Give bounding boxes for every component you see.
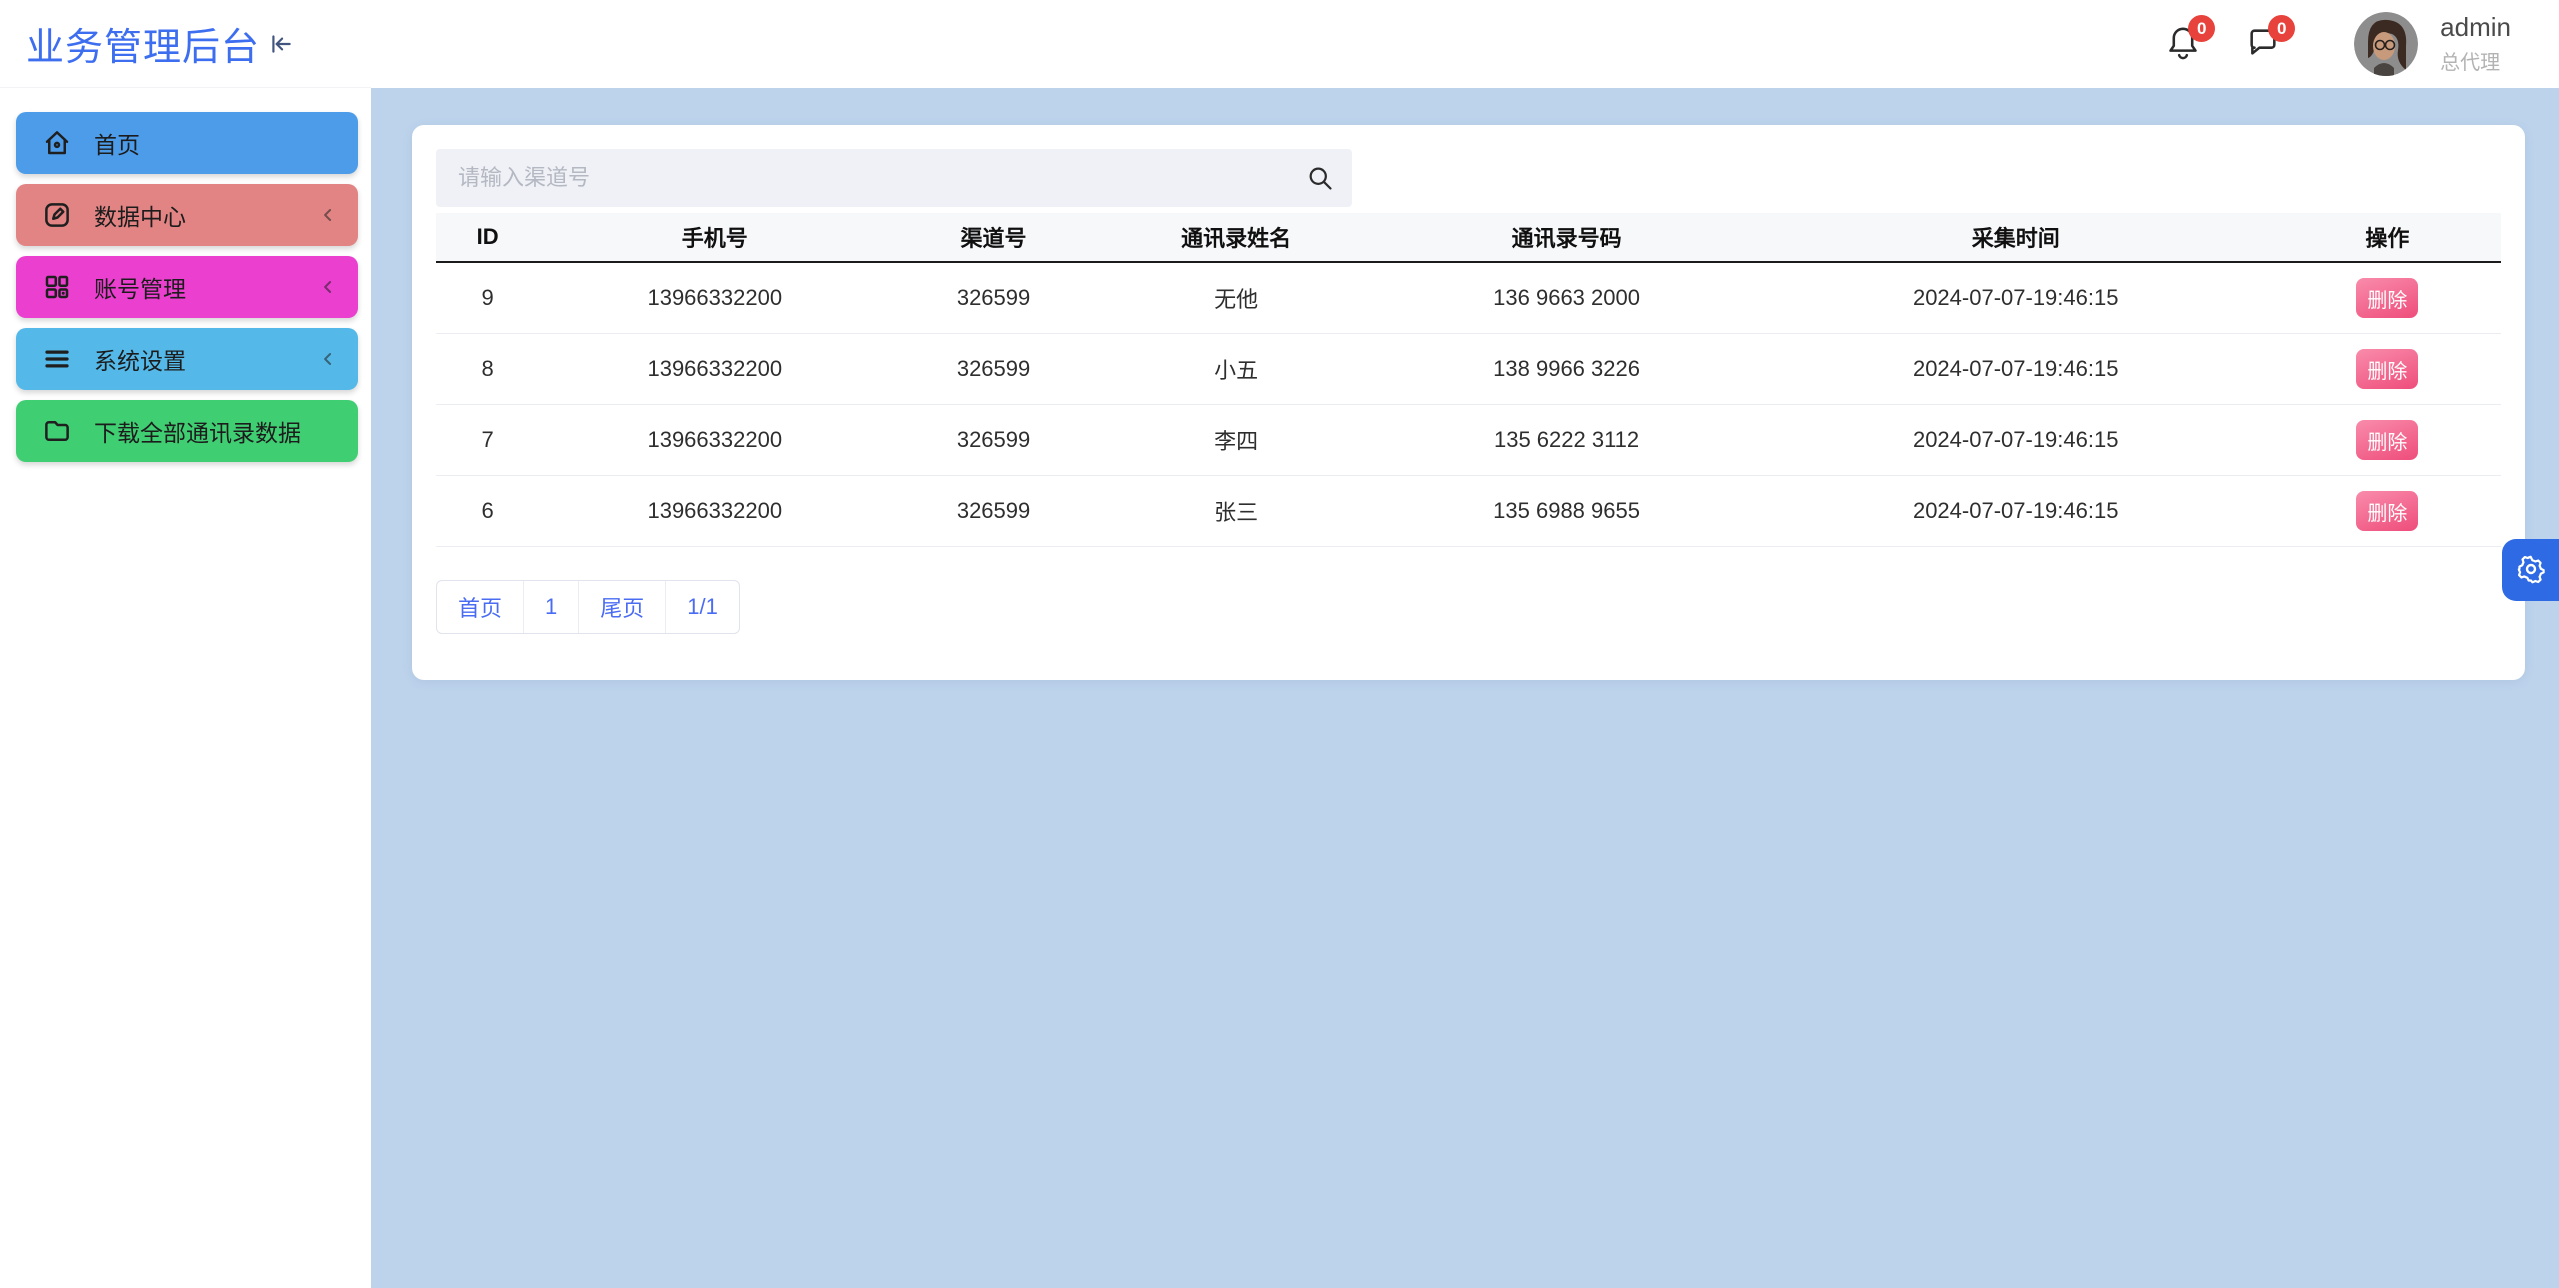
sidebar-item-settings[interactable]: 系统设置	[16, 328, 358, 390]
settings-fab-button[interactable]	[2502, 539, 2559, 601]
cell-collect_time: 2024-07-07-19:46:15	[1912, 427, 2119, 452]
table-row: 8 13966332200 326599 小五 138 9966 3226 2024-07…	[436, 334, 2501, 405]
contacts-table: ID 手机号 渠道号 通讯录姓名 通讯录号码 采集时间 操作 9 13966332200 326…	[436, 213, 2501, 547]
table-row: 9 13966332200 326599 无他 136 9663 2000 2024-07…	[436, 263, 2501, 334]
delete-button[interactable]: 删除	[2356, 491, 2419, 531]
sidebar-item-accounts[interactable]: 账号管理	[16, 256, 358, 318]
search-input[interactable]	[436, 149, 1352, 207]
avatar[interactable]	[2354, 12, 2419, 76]
home-icon	[42, 128, 72, 158]
column-header: ID	[476, 224, 499, 249]
table-row: 7 13966332200 326599 李四 135 6222 3112 2024-07…	[436, 405, 2501, 476]
sidebar-item-download[interactable]: 下载全部通讯录数据	[16, 400, 358, 462]
cell-channel: 326599	[956, 427, 1031, 452]
cell-channel: 326599	[956, 356, 1031, 381]
gear-icon	[2515, 553, 2547, 588]
search-box	[436, 149, 1352, 207]
sidebar: 业务管理后台 首页数据中心账号管理系统设置下载全部通讯录数据	[0, 0, 371, 1288]
cell-actions: 删除	[2274, 491, 2501, 531]
column-header: 渠道号	[960, 226, 1027, 251]
grid-icon	[42, 272, 72, 302]
chevron-left-icon	[318, 205, 338, 225]
cell-channel: 326599	[956, 285, 1031, 310]
table-body: 9 13966332200 326599 无他 136 9663 2000 2024-07…	[436, 263, 2501, 547]
cell-collect_time: 2024-07-07-19:46:15	[1912, 356, 2119, 381]
messages-button[interactable]: 0	[2246, 15, 2296, 64]
cell-id: 8	[481, 356, 494, 381]
pagination-indicator: 1/1	[687, 594, 718, 619]
sidebar-item-label: 账号管理	[94, 276, 186, 302]
cell-id: 6	[481, 498, 494, 523]
pagination: 首页 1 尾页 1/1	[436, 580, 740, 634]
table-header-row: ID 手机号 渠道号 通讯录姓名 通讯录号码 采集时间 操作	[436, 213, 2501, 263]
folder-icon	[42, 416, 72, 446]
collapse-sidebar-icon[interactable]	[268, 31, 294, 57]
sidebar-item-home[interactable]: 首页	[16, 112, 358, 174]
cell-collect_time: 2024-07-07-19:46:15	[1912, 285, 2119, 310]
cell-contact_number: 136 9663 2000	[1493, 285, 1640, 310]
cell-phone: 13966332200	[647, 285, 783, 310]
menu-icon	[42, 344, 72, 374]
delete-button[interactable]: 删除	[2356, 349, 2419, 389]
pagination-last[interactable]: 尾页	[579, 581, 667, 633]
cell-contact_name: 李四	[1214, 429, 1259, 454]
cell-contact_number: 138 9966 3226	[1493, 356, 1640, 381]
cell-contact_name: 小五	[1214, 358, 1259, 383]
app-title: 业务管理后台	[26, 27, 261, 69]
user-role: 总代理	[2440, 52, 2501, 75]
pagination-page-current[interactable]: 1	[524, 581, 580, 633]
cell-contact_name: 张三	[1214, 500, 1259, 525]
notifications-count-badge: 0	[2188, 15, 2216, 42]
search-icon[interactable]	[1306, 164, 1334, 197]
sidebar-item-data-center[interactable]: 数据中心	[16, 184, 358, 246]
sidebar-item-label: 首页	[94, 132, 140, 158]
cell-actions: 删除	[2274, 420, 2501, 460]
chevron-left-icon	[318, 349, 338, 369]
cell-actions: 删除	[2274, 278, 2501, 318]
cell-phone: 13966332200	[647, 427, 783, 452]
cell-contact_name: 无他	[1214, 287, 1259, 312]
cell-id: 7	[481, 427, 494, 452]
sidebar-menu: 首页数据中心账号管理系统设置下载全部通讯录数据	[0, 88, 371, 462]
username: admin	[2440, 11, 2511, 42]
pagination-first[interactable]: 首页	[437, 581, 525, 633]
user-meta: admin 总代理	[2440, 11, 2511, 76]
app-logo: 业务管理后台	[0, 0, 371, 88]
message-icon	[2246, 29, 2280, 64]
cell-id: 9	[481, 285, 494, 310]
notifications-button[interactable]: 0	[2166, 15, 2216, 66]
cell-phone: 13966332200	[647, 356, 783, 381]
delete-button[interactable]: 删除	[2356, 278, 2419, 318]
main-content: ID 手机号 渠道号 通讯录姓名 通讯录号码 采集时间 操作 9 13966332200 326…	[371, 88, 2559, 1288]
messages-count-badge: 0	[2268, 15, 2296, 42]
cell-contact_number: 135 6222 3112	[1493, 427, 1640, 452]
column-header: 通讯录姓名	[1181, 226, 1292, 251]
table-row: 6 13966332200 326599 张三 135 6988 9655 2024-07…	[436, 476, 2501, 547]
cell-channel: 326599	[956, 498, 1031, 523]
column-header: 操作	[2365, 226, 2410, 251]
cell-contact_number: 135 6988 9655	[1493, 498, 1640, 523]
cell-collect_time: 2024-07-07-19:46:15	[1912, 498, 2119, 523]
chevron-left-icon	[318, 277, 338, 297]
column-header: 通讯录号码	[1511, 226, 1622, 251]
sidebar-item-label: 下载全部通讯录数据	[94, 420, 301, 446]
data-card: ID 手机号 渠道号 通讯录姓名 通讯录号码 采集时间 操作 9 13966332200 326…	[412, 125, 2525, 680]
edit-icon	[42, 200, 72, 230]
cell-phone: 13966332200	[647, 498, 783, 523]
bell-icon	[2166, 27, 2200, 66]
sidebar-item-label: 系统设置	[94, 348, 186, 374]
delete-button[interactable]: 删除	[2356, 420, 2419, 460]
sidebar-item-label: 数据中心	[94, 204, 186, 230]
cell-actions: 删除	[2274, 349, 2501, 389]
top-header: 0 0 admin 总代理	[371, 0, 2559, 88]
column-header: 采集时间	[1971, 226, 2060, 251]
column-header: 手机号	[681, 226, 748, 251]
